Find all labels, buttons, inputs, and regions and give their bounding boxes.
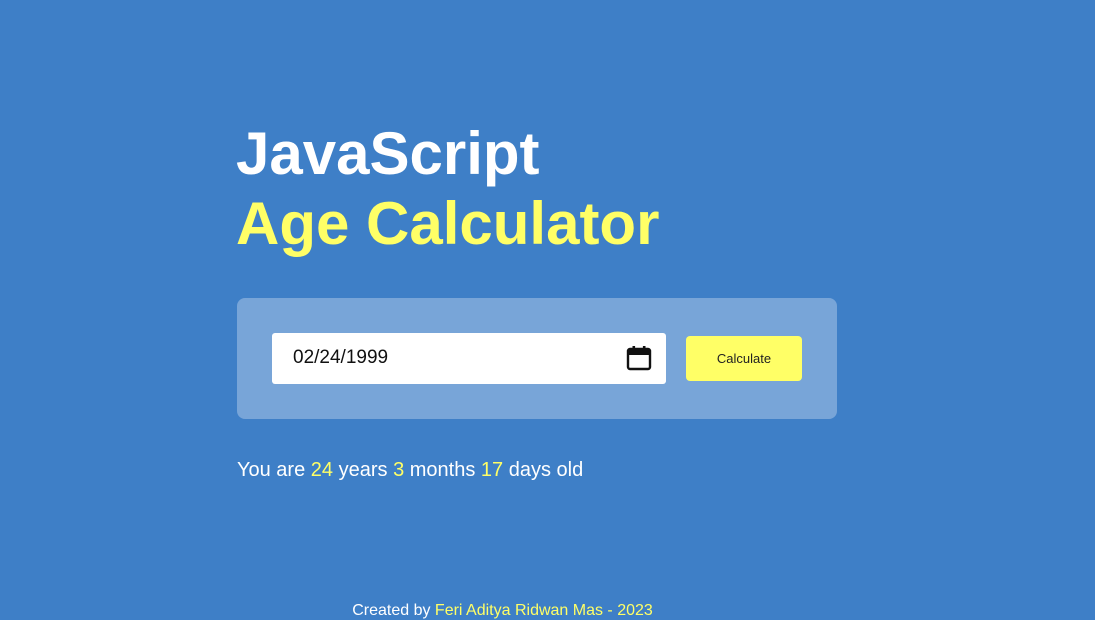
input-panel: 02/24/1999 Calculate bbox=[237, 298, 837, 419]
result-days-label: days old bbox=[508, 459, 584, 481]
result-months-value: 3 bbox=[393, 459, 405, 481]
page-title-primary: JavaScript bbox=[236, 120, 540, 187]
birthdate-value[interactable]: 02/24/1999 bbox=[293, 346, 388, 370]
footer: Created by Feri Aditya Ridwan Mas - 2023 bbox=[0, 601, 1005, 620]
calculate-button[interactable]: Calculate bbox=[686, 336, 802, 381]
page-title-secondary: Age Calculator bbox=[236, 190, 660, 257]
calendar-icon[interactable] bbox=[626, 345, 652, 371]
result-months-label: months bbox=[409, 459, 476, 481]
result-days-value: 17 bbox=[480, 459, 504, 481]
footer-author-link[interactable]: Feri Aditya Ridwan Mas - 2023 bbox=[435, 602, 653, 619]
result-years-label: years bbox=[338, 459, 388, 481]
birthdate-input[interactable]: 02/24/1999 bbox=[272, 333, 666, 384]
age-result: You are 24 years 3 months 17 days old bbox=[237, 458, 583, 482]
result-prefix: You are bbox=[237, 459, 306, 481]
footer-created-by: Created by bbox=[352, 602, 431, 619]
result-years-value: 24 bbox=[310, 459, 334, 481]
